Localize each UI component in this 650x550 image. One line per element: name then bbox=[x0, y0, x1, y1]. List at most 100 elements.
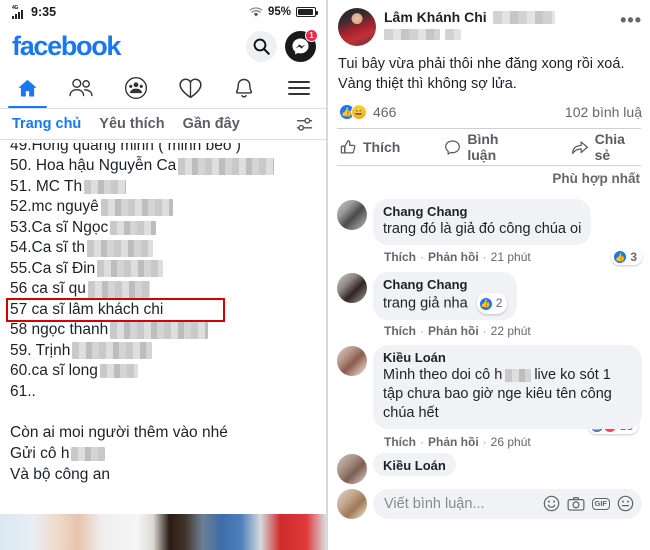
blurred-name-suffix bbox=[492, 10, 555, 24]
blurred-name bbox=[86, 239, 153, 257]
sliders-icon[interactable] bbox=[295, 116, 314, 133]
blurred-name bbox=[110, 321, 209, 339]
post-line-49-clipped: 49.Hồng quang minh ( minh beo ) bbox=[10, 143, 326, 155]
nav-item-dating[interactable] bbox=[163, 68, 217, 108]
comment-author[interactable]: Kiều Loán bbox=[383, 458, 446, 474]
post-attached-photo[interactable] bbox=[0, 514, 326, 550]
comment-bubble: Chang Chang trang giả nha 👍 2 bbox=[373, 272, 518, 320]
post-author-name[interactable]: Lâm Khánh Chi bbox=[384, 9, 620, 25]
tab-gan-day[interactable]: Gần đây bbox=[183, 116, 240, 132]
list-item: 52.mc nguyê bbox=[10, 197, 326, 218]
list-item-label: 58 ngọc thanh bbox=[10, 321, 109, 338]
thumbs-up-icon bbox=[340, 139, 357, 156]
comment-author[interactable]: Kiều Loán bbox=[383, 350, 632, 366]
feed-filter-tabs: Trang chủ Yêu thích Gần đây bbox=[0, 109, 326, 139]
left-panel-facebook-feed: 4G 9:35 95% facebook 1 Trang chủ Yêu thí… bbox=[0, 0, 328, 550]
avatar[interactable] bbox=[337, 454, 367, 484]
nav-item-notifications[interactable] bbox=[217, 68, 271, 108]
list-item: 55.Ca sĩ Đin bbox=[10, 259, 326, 280]
avatar[interactable] bbox=[337, 489, 367, 519]
comment-reply-action[interactable]: Phản hồi bbox=[428, 435, 479, 449]
gif-icon[interactable]: GIF bbox=[591, 497, 610, 510]
comment-sort-selector[interactable]: Phù hợp nhất bbox=[328, 166, 650, 192]
post-header: Lâm Khánh Chi ••• bbox=[328, 0, 650, 46]
comment-author[interactable]: Chang Chang bbox=[383, 204, 581, 220]
post-closing-line: Và bộ công an bbox=[10, 464, 326, 485]
tab-trang-chu[interactable]: Trang chủ bbox=[12, 116, 81, 132]
reaction-icons[interactable]: 👍 😄 bbox=[339, 104, 367, 120]
avatar[interactable] bbox=[338, 8, 376, 46]
share-button[interactable]: Chia sẻ bbox=[571, 131, 644, 163]
comment-like-action[interactable]: Thích bbox=[384, 324, 416, 338]
comment-text: Mình theo doi cô h live ko sót 1 tập chưa… bbox=[383, 367, 612, 421]
share-icon bbox=[571, 139, 589, 156]
comment-timestamp: 26 phút bbox=[490, 435, 531, 449]
avatar[interactable] bbox=[337, 200, 367, 230]
status-bar-left: 4G 9:35 bbox=[12, 5, 56, 19]
like-button[interactable]: Thích bbox=[340, 139, 400, 156]
comment-reply-action[interactable]: Phản hồi bbox=[428, 250, 479, 264]
comment-actions: Thích · Phản hồi · 26 phút bbox=[373, 434, 642, 449]
comment-reaction-count: 2 bbox=[495, 296, 503, 310]
comment-reaction-count: 3 bbox=[630, 250, 637, 264]
comment-author[interactable]: Chang Chang bbox=[383, 277, 507, 293]
comments-list: Chang Chang trang đó là giả đó công chúa… bbox=[328, 199, 650, 484]
thumbs-up-reaction-icon: 👍 bbox=[613, 250, 628, 264]
comment-text: trang giả nha 👍 2 bbox=[383, 293, 508, 314]
more-options-icon[interactable]: ••• bbox=[620, 8, 642, 29]
action-separator: · bbox=[420, 324, 424, 338]
comment-like-action[interactable]: Thích bbox=[384, 435, 416, 449]
action-separator: · bbox=[482, 250, 487, 264]
comment-bubble: Kiều Loán bbox=[373, 453, 456, 476]
comment-actions: Thích · Phản hồi · 22 phút bbox=[373, 320, 642, 338]
messenger-button[interactable]: 1 bbox=[285, 28, 318, 62]
nav-item-home[interactable] bbox=[0, 68, 54, 108]
facebook-logo: facebook bbox=[12, 30, 121, 61]
comment-reaction-badge[interactable]: 👍 2 bbox=[476, 293, 508, 314]
comment-button[interactable]: Bình luận bbox=[444, 131, 530, 163]
list-item: 51. MC Th bbox=[10, 177, 326, 198]
list-item-label: 54.Ca sĩ th bbox=[10, 239, 85, 256]
comment-like-action[interactable]: Thích bbox=[384, 250, 416, 264]
avatar[interactable] bbox=[337, 273, 367, 303]
header-actions: 1 bbox=[246, 28, 318, 62]
blurred-name bbox=[110, 220, 157, 235]
comment-text-label: trang giả nha bbox=[383, 295, 468, 312]
avatar[interactable] bbox=[337, 346, 367, 376]
battery-icon bbox=[296, 7, 318, 17]
signal-icon: 4G bbox=[12, 5, 27, 19]
emoji-icon[interactable] bbox=[543, 495, 560, 512]
list-item-label: 55.Ca sĩ Đin bbox=[10, 259, 96, 277]
action-separator: · bbox=[482, 435, 487, 449]
messenger-badge: 1 bbox=[305, 28, 318, 42]
comment-reply-action[interactable]: Phản hồi bbox=[428, 324, 479, 338]
clock-label: 9:35 bbox=[31, 5, 57, 19]
composer-icons: GIF bbox=[543, 495, 635, 512]
list-item-label: 53.Ca sĩ Ngọc bbox=[10, 218, 109, 236]
haha-reaction-icon: 😄 bbox=[351, 104, 367, 120]
comment-count-label[interactable]: 102 bình luậ bbox=[565, 104, 642, 120]
post-line-49-text: 49.Hồng quang minh ( minh beo ) bbox=[10, 143, 241, 154]
home-icon bbox=[16, 77, 39, 100]
comment-reaction-badge[interactable]: 👍 3 bbox=[611, 249, 642, 265]
tab-yeu-thich[interactable]: Yêu thích bbox=[99, 116, 164, 132]
nav-item-friends[interactable] bbox=[54, 68, 108, 108]
nav-item-groups[interactable] bbox=[109, 68, 163, 108]
list-item-label: 59. Trịnh bbox=[10, 341, 71, 359]
comment-input[interactable]: Viết bình luận... GIF bbox=[373, 488, 642, 519]
comment-actions: Thích · Phản hồi · 21 phút 👍 3 bbox=[373, 245, 642, 265]
thumbs-up-reaction-icon: 👍 bbox=[478, 296, 493, 311]
comment-bubble: Chang Chang trang đó là giả đó công chúa… bbox=[373, 199, 592, 245]
list-item: 56 ca sĩ qu bbox=[10, 279, 326, 300]
sticker-icon[interactable] bbox=[617, 495, 634, 512]
comment-input-placeholder: Viết bình luận... bbox=[384, 495, 485, 512]
screenshot-root: 4G 9:35 95% facebook 1 Trang chủ Yêu thí… bbox=[0, 0, 650, 550]
comment-bubble: Kiều Loán Mình theo doi cô h live ko sót … bbox=[373, 345, 642, 429]
friends-icon bbox=[68, 77, 94, 99]
nav-item-menu[interactable] bbox=[272, 68, 326, 108]
reaction-count-label[interactable]: 466 bbox=[373, 104, 396, 120]
camera-icon[interactable] bbox=[567, 496, 585, 512]
list-item: 53.Ca sĩ Ngọc bbox=[10, 218, 326, 239]
search-button[interactable] bbox=[246, 30, 277, 62]
list-item-label: 57 ca sĩ lâm khách chi bbox=[10, 300, 164, 318]
